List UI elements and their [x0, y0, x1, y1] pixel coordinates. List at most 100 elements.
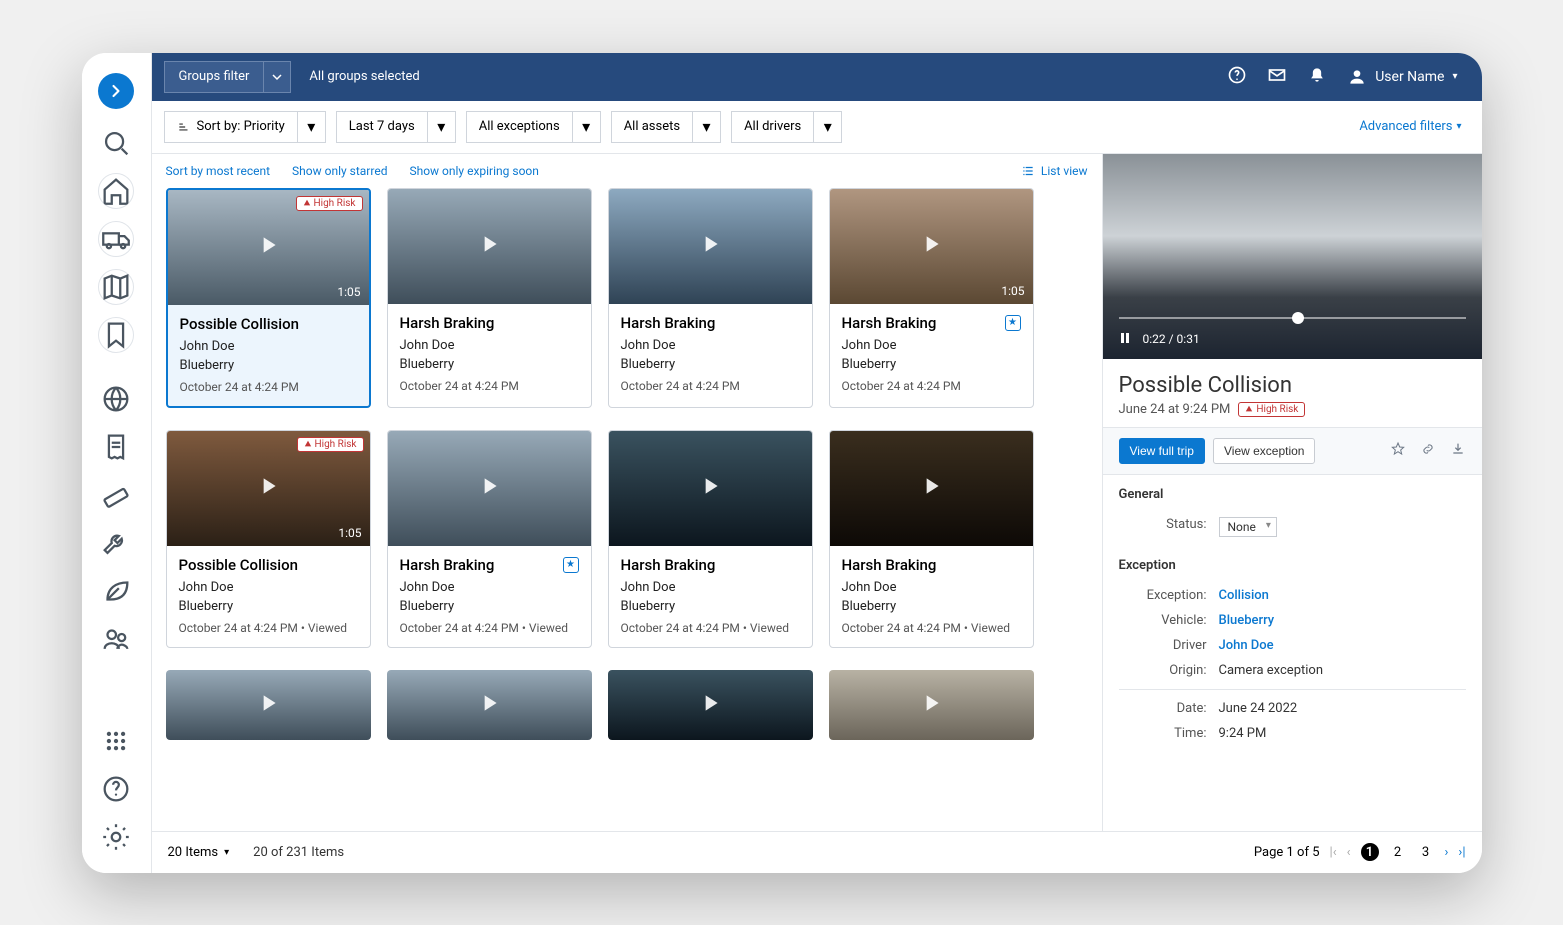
items-per-page[interactable]: 20 Items ▾ — [168, 845, 230, 860]
messages-button[interactable] — [1267, 65, 1287, 89]
card-thumbnail[interactable] — [609, 431, 812, 546]
help-nav[interactable] — [98, 771, 134, 807]
fleet-nav[interactable] — [98, 221, 134, 257]
list-view-toggle[interactable]: List view — [1021, 164, 1088, 178]
receipt-icon — [99, 430, 133, 464]
card-body: Possible CollisionJohn DoeBlueberryOctob… — [167, 546, 370, 647]
map-nav[interactable] — [98, 269, 134, 305]
card-thumbnail[interactable] — [388, 189, 591, 304]
event-card[interactable] — [829, 670, 1034, 740]
card-thumbnail[interactable] — [387, 670, 592, 740]
apps-nav[interactable] — [98, 723, 134, 759]
event-card[interactable]: Harsh BrakingJohn DoeBlueberryOctober 24… — [829, 430, 1034, 648]
card-thumbnail[interactable] — [166, 670, 371, 740]
card-thumbnail[interactable] — [829, 670, 1034, 740]
exceptions-select[interactable]: All exceptions ▾ — [466, 111, 601, 143]
home-nav[interactable] — [98, 173, 134, 209]
notifications-button[interactable] — [1307, 65, 1327, 89]
event-card[interactable]: 1:05Harsh Braking★John DoeBlueberryOctob… — [829, 188, 1034, 408]
card-date: October 24 at 4:24 PM — [180, 380, 357, 394]
globe-nav[interactable] — [98, 381, 134, 417]
risk-badge: High Risk — [296, 196, 363, 211]
pause-button[interactable] — [1119, 332, 1131, 347]
star-button[interactable] — [1390, 441, 1406, 461]
bookmark-nav[interactable] — [98, 317, 134, 353]
card-thumbnail[interactable]: 1:05High Risk — [168, 190, 369, 305]
event-card[interactable]: 1:05High RiskPossible CollisionJohn DoeB… — [166, 430, 371, 648]
people-icon — [99, 622, 133, 656]
card-body: Harsh BrakingJohn DoeBlueberryOctober 24… — [388, 304, 591, 405]
ruler-nav[interactable] — [98, 477, 134, 513]
card-thumbnail[interactable] — [388, 431, 591, 546]
advanced-filters-link[interactable]: Advanced filters ▾ — [1359, 119, 1469, 134]
page-prev[interactable]: ‹ — [1347, 845, 1351, 860]
card-thumbnail[interactable]: 1:05 — [830, 189, 1033, 304]
vehicle-value[interactable]: Blueberry — [1219, 613, 1466, 628]
download-button[interactable] — [1450, 441, 1466, 461]
truck-icon — [99, 222, 133, 256]
view-full-trip-button[interactable]: View full trip — [1119, 438, 1205, 464]
card-grid[interactable]: 1:05High RiskPossible CollisionJohn DoeB… — [152, 188, 1102, 831]
show-expiring-link[interactable]: Show only expiring soon — [409, 164, 538, 178]
settings-nav[interactable] — [98, 819, 134, 855]
drivers-label: All drivers — [744, 119, 801, 134]
seek-knob[interactable] — [1292, 312, 1304, 324]
leaf-icon — [99, 574, 133, 608]
leaf-nav[interactable] — [98, 573, 134, 609]
card-date: October 24 at 4:24 PM • Viewed — [842, 621, 1021, 635]
event-card[interactable]: Harsh Braking★John DoeBlueberryOctober 2… — [387, 430, 592, 648]
event-card[interactable] — [166, 670, 371, 740]
driver-value[interactable]: John Doe — [1219, 638, 1466, 653]
sort-by-select[interactable]: Sort by: Priority ▾ — [164, 111, 326, 143]
assets-select[interactable]: All assets ▾ — [611, 111, 721, 143]
expand-sidebar-button[interactable] — [98, 73, 134, 109]
video-seekbar[interactable] — [1119, 317, 1466, 319]
main: Groups filter All groups selected User N… — [152, 53, 1482, 873]
card-asset: Blueberry — [400, 355, 579, 375]
event-card[interactable]: 1:05High RiskPossible CollisionJohn DoeB… — [166, 188, 371, 408]
video-player[interactable]: 0:22 / 0:31 — [1103, 154, 1482, 359]
people-nav[interactable] — [98, 621, 134, 657]
card-thumbnail[interactable] — [608, 670, 813, 740]
content-area: Sort by most recent Show only starred Sh… — [152, 154, 1482, 831]
star-icon — [1390, 441, 1406, 457]
help-button[interactable] — [1227, 65, 1247, 89]
wrench-nav[interactable] — [98, 525, 134, 561]
view-exception-button[interactable]: View exception — [1213, 438, 1316, 464]
chevron-down-icon: ▾ — [1452, 71, 1457, 82]
help-circle-icon — [1227, 65, 1247, 85]
search-nav[interactable] — [98, 125, 134, 161]
page-3[interactable]: 3 — [1417, 843, 1435, 861]
drivers-select[interactable]: All drivers ▾ — [731, 111, 842, 143]
event-card[interactable]: Harsh BrakingJohn DoeBlueberryOctober 24… — [608, 430, 813, 648]
event-card[interactable] — [608, 670, 813, 740]
star-icon[interactable]: ★ — [563, 557, 579, 573]
groups-filter[interactable]: Groups filter — [164, 61, 292, 93]
card-body: Harsh Braking★John DoeBlueberryOctober 2… — [830, 304, 1033, 405]
page-1[interactable]: 1 — [1361, 843, 1379, 861]
show-starred-link[interactable]: Show only starred — [292, 164, 387, 178]
page-next[interactable]: › — [1445, 845, 1449, 860]
card-thumbnail[interactable]: 1:05High Risk — [167, 431, 370, 546]
sort-recent-link[interactable]: Sort by most recent — [166, 164, 271, 178]
globe-icon — [99, 382, 133, 416]
event-card[interactable]: Harsh BrakingJohn DoeBlueberryOctober 24… — [387, 188, 592, 408]
card-thumbnail[interactable] — [830, 431, 1033, 546]
date-range-select[interactable]: Last 7 days ▾ — [336, 111, 456, 143]
star-icon[interactable]: ★ — [1005, 315, 1021, 331]
page-first[interactable]: |‹ — [1330, 845, 1337, 860]
receipt-nav[interactable] — [98, 429, 134, 465]
card-driver: John Doe — [400, 578, 579, 598]
exception-value[interactable]: Collision — [1219, 588, 1466, 603]
link-button[interactable] — [1420, 441, 1436, 461]
status-select[interactable]: None — [1219, 517, 1277, 537]
event-card[interactable] — [387, 670, 592, 740]
event-card[interactable]: Harsh BrakingJohn DoeBlueberryOctober 24… — [608, 188, 813, 408]
page-2[interactable]: 2 — [1389, 843, 1407, 861]
time-value: 9:24 PM — [1219, 726, 1466, 741]
page-last[interactable]: ›| — [1458, 845, 1465, 860]
groups-filter-chevron[interactable] — [263, 61, 291, 93]
user-menu[interactable]: User Name ▾ — [1347, 67, 1457, 87]
groups-filter-label[interactable]: Groups filter — [164, 61, 264, 93]
card-thumbnail[interactable] — [609, 189, 812, 304]
